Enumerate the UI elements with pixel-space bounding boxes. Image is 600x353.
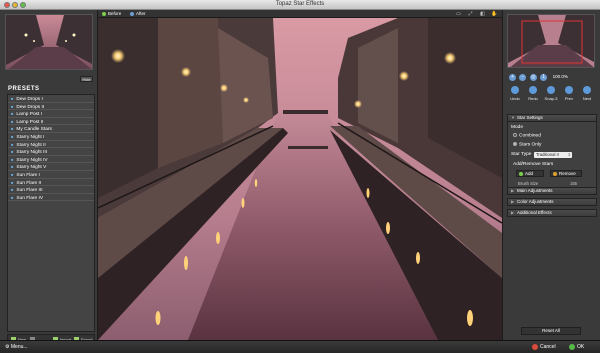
color-adjustments-section[interactable]: Color Adjustments [507, 198, 597, 206]
redo-button[interactable]: Redo [525, 86, 541, 106]
preset-item[interactable]: Starry Night IV [8, 156, 94, 164]
presets-title: PRESETS [8, 86, 40, 92]
preset-item[interactable]: Starry Night I [8, 133, 94, 141]
zoom-actual-icon[interactable]: 1 [540, 74, 548, 81]
preset-item[interactable]: Sun Flare I [8, 171, 94, 179]
mode-combined-radio[interactable]: Combined [513, 133, 541, 138]
window-title: Topaz Star Effects [275, 1, 325, 7]
preset-item[interactable]: Dew Drops II [8, 103, 94, 111]
bottom-bar: ⚙ Menu... Cancel OK [0, 340, 600, 353]
window-icon[interactable]: ▭ [455, 11, 462, 17]
remove-icon [552, 172, 557, 176]
preset-item[interactable]: My Candle Stars [8, 125, 94, 133]
zoom-fit-icon[interactable]: ◎ [529, 74, 537, 81]
add-icon [518, 172, 523, 176]
image-canvas[interactable] [98, 18, 502, 340]
settings-panel: + − ◎ 1 100.0% Undo Redo Snap-3 Prev Nex… [502, 10, 600, 340]
preset-item[interactable]: Lamp Post II [8, 118, 94, 126]
zoom-controls: + − ◎ 1 100.0% [509, 74, 595, 82]
main-adjustments-section[interactable]: Main Adjustments [507, 187, 597, 195]
radio-selected-icon [513, 142, 517, 146]
zoom-in-icon[interactable]: + [509, 74, 516, 81]
remove-stars-button[interactable]: Remove [550, 170, 582, 177]
preset-item[interactable]: Sun Flare II [8, 179, 94, 187]
tab-after[interactable]: After [130, 11, 146, 17]
mode-stars-only-radio[interactable]: Stars Only [513, 142, 541, 147]
mode-label: Mode [511, 125, 523, 130]
star-settings-body: Mode Combined Stars Only Star Type Tradi… [507, 122, 597, 194]
hide-button[interactable]: Hide [80, 76, 93, 82]
presets-panel: Hide PRESETS Dew Drops I Dew Drops II La… [0, 10, 98, 343]
history-tools: Undo Redo Snap-3 Prev Next [507, 86, 597, 106]
additional-effects-section[interactable]: Additional Effects [507, 209, 597, 217]
preview-toolbar: Before After ▭ ⤢ ◧ ✋ [98, 10, 502, 18]
zoom-out-icon[interactable]: − [519, 74, 527, 81]
brush-size-label: Brush Size [518, 181, 539, 186]
cancel-button[interactable]: Cancel [531, 343, 563, 351]
brush-size-value[interactable]: 155 [570, 181, 577, 186]
preset-item[interactable]: Dew Drops I [8, 95, 94, 103]
star-type-select[interactable]: Traditional II [534, 151, 572, 158]
previous-icon [565, 86, 573, 94]
snapshot-icon [547, 86, 555, 94]
after-indicator-icon [130, 11, 134, 16]
star-settings-section[interactable]: Star Settings [507, 114, 597, 122]
undo-button[interactable]: Undo [507, 86, 523, 106]
canal-photo [98, 18, 502, 340]
preset-item[interactable]: Starry Night V [8, 163, 94, 171]
zoom-level: 100.0% [552, 74, 568, 79]
next-button[interactable]: Next [579, 86, 595, 106]
reset-all-button[interactable]: Reset All [521, 327, 581, 335]
hand-icon[interactable]: ✋ [491, 11, 498, 17]
tab-before[interactable]: Before [102, 11, 121, 17]
redo-icon [529, 86, 537, 94]
snapshot-button[interactable]: Snap-3 [543, 86, 559, 106]
preset-item[interactable]: Lamp Post I [8, 110, 94, 118]
preset-item[interactable]: Sun Flare III [8, 186, 94, 194]
previous-button[interactable]: Prev [561, 86, 577, 106]
preset-preview-thumbnail [5, 14, 93, 70]
menu-button[interactable]: ⚙ Menu... [5, 343, 37, 351]
add-remove-label: Add/Remove Stars [513, 162, 554, 167]
star-type-label: Star Type [511, 152, 532, 157]
ok-icon [569, 344, 575, 350]
preset-item[interactable]: Sun Flare IV [8, 194, 94, 202]
ok-button[interactable]: OK [568, 343, 594, 351]
fullscreen-icon[interactable]: ⤢ [467, 11, 474, 17]
before-indicator-icon [102, 11, 106, 16]
cancel-icon [532, 344, 538, 350]
undo-icon [511, 86, 519, 94]
preset-item[interactable]: Starry Night II [8, 141, 94, 149]
add-stars-button[interactable]: Add [516, 170, 544, 177]
presets-list[interactable]: Dew Drops I Dew Drops II Lamp Post I Lam… [7, 94, 95, 332]
radio-icon [513, 133, 517, 137]
next-icon [583, 86, 591, 94]
preset-item[interactable]: Starry Night III [8, 148, 94, 156]
title-bar: Topaz Star Effects [0, 0, 600, 10]
compare-icon[interactable]: ◧ [479, 11, 486, 17]
navigator-thumbnail[interactable] [507, 14, 595, 68]
